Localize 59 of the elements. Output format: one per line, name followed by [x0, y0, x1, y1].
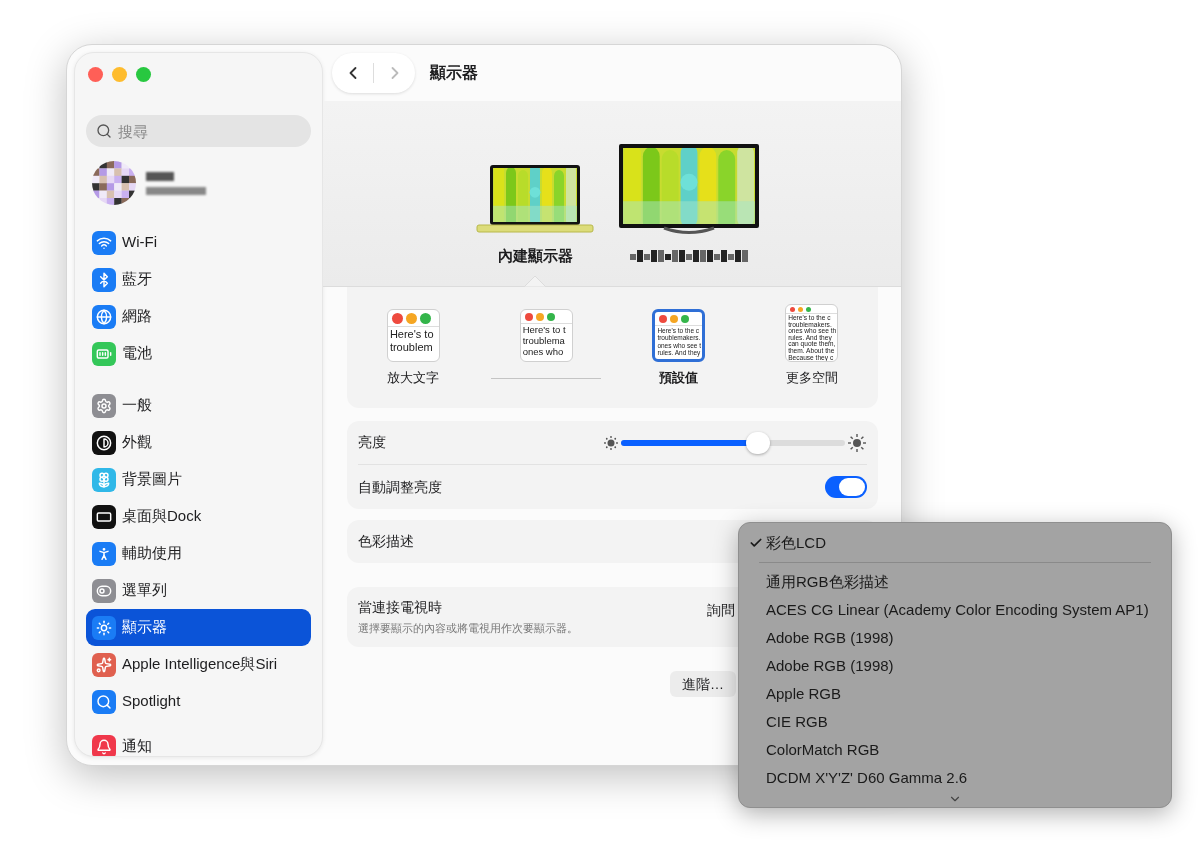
window-title: 顯示器: [430, 63, 478, 83]
bright-sun-icon: [847, 432, 867, 453]
menu-item[interactable]: Adobe RGB (1998): [746, 652, 1164, 680]
redacted-account: [146, 186, 206, 195]
sidebar-item[interactable]: 選單列: [86, 572, 311, 609]
window-controls-icon: [786, 305, 838, 314]
display-option[interactable]: 內建顯示器: [460, 163, 610, 286]
brightness-slider[interactable]: [621, 431, 845, 454]
flower-icon: [92, 467, 116, 492]
sidebar-item[interactable]: 一般: [86, 387, 311, 424]
search-field[interactable]: 搜尋: [86, 115, 311, 147]
accessibility-icon: [92, 541, 116, 566]
sidebar-item[interactable]: 外觀: [86, 424, 311, 461]
resolution-preview[interactable]: Here's to troublem: [386, 309, 440, 362]
sidebar-item[interactable]: Wi-Fi: [86, 224, 311, 261]
brightness-label: 亮度: [358, 433, 387, 452]
sidebar-item[interactable]: Spotlight: [86, 683, 311, 720]
sidebar-item[interactable]: 電池: [86, 335, 311, 372]
dock-icon: [92, 504, 116, 529]
sparkle-icon: [92, 652, 116, 677]
sidebar-item[interactable]: 網路: [86, 298, 311, 335]
sidebar-item[interactable]: 通知: [86, 728, 311, 756]
color-profile-label: 色彩描述: [358, 532, 414, 551]
wifi-icon: [92, 230, 116, 255]
sidebar-item[interactable]: Apple Intelligence與Siri: [86, 646, 311, 683]
sidebar-item[interactable]: 背景圖片: [86, 461, 311, 498]
menu-item[interactable]: Adobe RGB (1998): [746, 624, 1164, 652]
battery-icon: [92, 341, 116, 366]
search-icon: [96, 123, 112, 139]
search-icon: [92, 689, 116, 714]
toggle-icon: [92, 578, 116, 603]
tv-description: 選擇要顯示的內容或將電視用作次要顯示器。: [358, 621, 579, 637]
globe-icon: [92, 304, 116, 329]
menu-item[interactable]: DCDM X'Y'Z' D60 Gamma 2.6: [746, 764, 1164, 792]
advanced-button[interactable]: 進階…: [670, 671, 736, 697]
tv-label: 當連接電視時: [358, 598, 443, 618]
tv-value[interactable]: 詢問: [707, 599, 735, 621]
menu-item[interactable]: ColorMatch RGB: [746, 736, 1164, 764]
sun-icon: [92, 615, 116, 640]
sidebar-item[interactable]: 顯示器: [86, 609, 311, 646]
sidebar-item[interactable]: 輔助使用: [86, 535, 311, 572]
menu-item[interactable]: Apple RGB: [746, 680, 1164, 708]
bluetooth-icon: [92, 267, 116, 292]
gear-icon: [92, 393, 116, 418]
sidebar-item[interactable]: 桌面與Dock: [86, 498, 311, 535]
auto-brightness-label: 自動調整亮度: [358, 477, 443, 497]
dim-sun-icon: [603, 434, 619, 451]
menu-item[interactable]: 彩色LCD: [746, 529, 1164, 557]
auto-brightness-toggle[interactable]: [825, 476, 867, 498]
menu-item[interactable]: CIE RGB: [746, 708, 1164, 736]
resolution-preview[interactable]: Here's to t troublema ones who: [519, 309, 573, 362]
menu-item[interactable]: ACES CG Linear (Academy Color Encoding System AP1): [746, 596, 1164, 624]
sidebar-item[interactable]: 藍牙: [86, 261, 311, 298]
redacted-name: [146, 171, 174, 181]
preview-text: Here's to troublem: [388, 327, 435, 354]
contrast-icon: [92, 430, 116, 455]
close-window-button[interactable]: [88, 67, 103, 82]
preview-text: Here's to t troublema ones who: [521, 324, 567, 358]
menu-item[interactable]: 通用RGB色彩描述: [746, 568, 1164, 596]
